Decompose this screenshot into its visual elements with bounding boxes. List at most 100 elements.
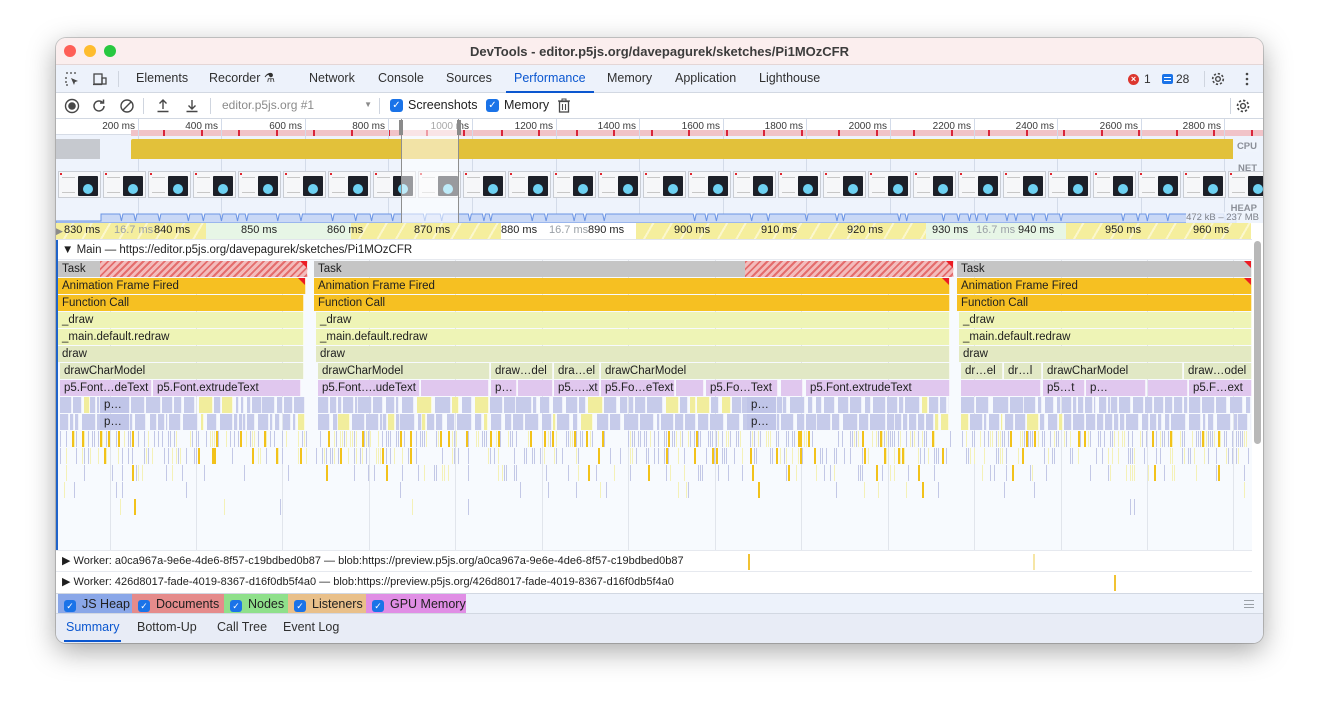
- flame-event-sliver[interactable]: [674, 431, 675, 447]
- nested-call-event[interactable]: [1105, 414, 1113, 430]
- flame-event-sliver[interactable]: [1064, 431, 1065, 447]
- draw-char-model-event[interactable]: dr…l: [1004, 363, 1042, 379]
- flame-event-sliver[interactable]: [196, 431, 197, 447]
- flame-event-sliver[interactable]: [760, 431, 761, 447]
- flame-event-sliver[interactable]: [128, 448, 129, 464]
- nested-call-event[interactable]: [533, 397, 537, 413]
- nested-call-event[interactable]: [781, 414, 794, 430]
- flame-event-sliver[interactable]: [482, 431, 483, 447]
- flame-event-sliver[interactable]: [336, 431, 337, 447]
- inspect-element-icon[interactable]: [64, 71, 80, 87]
- flame-event-sliver[interactable]: [1180, 431, 1181, 447]
- flame-event-sliver[interactable]: [230, 431, 231, 447]
- flame-event-sliver[interactable]: [836, 482, 837, 498]
- flame-event-sliver[interactable]: [452, 448, 453, 464]
- nested-call-event[interactable]: [373, 397, 383, 413]
- flame-event-sliver[interactable]: [400, 431, 402, 447]
- flame-event-sliver[interactable]: [666, 431, 667, 447]
- nested-call-event[interactable]: [620, 397, 628, 413]
- flame-event-sliver[interactable]: [1034, 431, 1036, 447]
- flame-event-sliver[interactable]: [458, 448, 459, 464]
- flame-event-sliver[interactable]: [122, 482, 123, 498]
- draw-char-model-event[interactable]: drawCharModel: [60, 363, 304, 379]
- nested-call-event[interactable]: [283, 414, 291, 430]
- nested-call-event[interactable]: [732, 397, 742, 413]
- nested-call-event[interactable]: [270, 414, 273, 430]
- flame-event-sliver[interactable]: [454, 431, 455, 447]
- flame-event-sliver[interactable]: [620, 448, 621, 464]
- nested-call-event[interactable]: [277, 397, 283, 413]
- nested-call-event[interactable]: [352, 414, 365, 430]
- flame-event-sliver[interactable]: [158, 431, 159, 447]
- flame-event-sliver[interactable]: [1054, 448, 1055, 464]
- flame-event-sliver[interactable]: [796, 465, 797, 481]
- flame-event-sliver[interactable]: [488, 448, 489, 464]
- flame-event-sliver[interactable]: [136, 465, 137, 481]
- flame-event-sliver[interactable]: [658, 448, 659, 464]
- nodes-checkbox[interactable]: ✓: [230, 600, 242, 612]
- flame-event-sliver[interactable]: [892, 431, 893, 447]
- flame-event-sliver[interactable]: [682, 431, 683, 447]
- flame-event-sliver[interactable]: [1030, 431, 1031, 447]
- worker-track[interactable]: ▶ Worker: a0ca967a-9e6e-4de6-8f57-c19bdb…: [56, 550, 1252, 571]
- flame-event-sliver[interactable]: [532, 448, 533, 464]
- flame-event-sliver[interactable]: [644, 431, 645, 447]
- flame-event-sliver[interactable]: [592, 431, 593, 447]
- draw-internal-event[interactable]: _draw: [959, 312, 1252, 328]
- flame-event-sliver[interactable]: [668, 448, 669, 464]
- flame-event-sliver[interactable]: [468, 431, 469, 447]
- flame-event-sliver[interactable]: [416, 448, 417, 464]
- nested-call-event[interactable]: [542, 414, 552, 430]
- flame-event-sliver[interactable]: [1002, 431, 1003, 447]
- nested-call-event[interactable]: [516, 397, 532, 413]
- nested-call-event[interactable]: [366, 414, 379, 430]
- nested-call-event[interactable]: [698, 414, 709, 430]
- flame-event-sliver[interactable]: [280, 499, 281, 515]
- counter-gpu-memory[interactable]: ✓ GPU Memory: [366, 594, 466, 614]
- flame-event-sliver[interactable]: [1214, 431, 1215, 447]
- flame-event-sliver[interactable]: [332, 448, 333, 464]
- flame-event-sliver[interactable]: [886, 448, 887, 464]
- flame-event-sliver[interactable]: [664, 448, 665, 464]
- nested-call-event[interactable]: [1024, 397, 1036, 413]
- counter-documents[interactable]: ✓ Documents: [132, 594, 224, 614]
- flame-event-sliver[interactable]: [784, 448, 785, 464]
- flame-event-sliver[interactable]: [576, 448, 577, 464]
- screenshot-thumbnail[interactable]: [1183, 171, 1226, 198]
- flame-event-sliver[interactable]: [1156, 431, 1157, 447]
- flame-event-sliver[interactable]: [224, 499, 225, 515]
- nested-call-event[interactable]: [680, 397, 688, 413]
- flame-event-sliver[interactable]: [1112, 431, 1113, 447]
- flame-event-sliver[interactable]: [714, 448, 715, 464]
- screenshot-thumbnail[interactable]: [58, 171, 101, 198]
- flame-event-sliver[interactable]: [806, 431, 807, 447]
- flame-event-sliver[interactable]: [1224, 431, 1225, 447]
- flame-event-sliver[interactable]: [1154, 465, 1156, 481]
- nested-call-event[interactable]: [887, 414, 895, 430]
- reload-record-icon[interactable]: [90, 97, 108, 115]
- flame-event-sliver[interactable]: [134, 499, 136, 515]
- flame-event-sliver[interactable]: [712, 431, 713, 447]
- flame-event-sliver[interactable]: [442, 465, 443, 481]
- nested-call-event[interactable]: [588, 397, 603, 413]
- flame-event-sliver[interactable]: [646, 448, 647, 464]
- nested-call-event[interactable]: [859, 414, 869, 430]
- flame-event-sliver[interactable]: [196, 448, 197, 464]
- nested-call-event[interactable]: [843, 414, 858, 430]
- flame-event-sliver[interactable]: [416, 431, 417, 447]
- flame-event-sliver[interactable]: [768, 431, 769, 447]
- extrude-text-event[interactable]: p5.Font.extrudeText: [806, 380, 950, 396]
- flame-event-sliver[interactable]: [938, 448, 939, 464]
- nested-call-event[interactable]: [1120, 414, 1125, 430]
- flame-event-sliver[interactable]: [1244, 482, 1245, 498]
- nested-call-event[interactable]: [647, 397, 663, 413]
- flame-event-sliver[interactable]: [1236, 431, 1237, 447]
- flame-event-sliver[interactable]: [638, 431, 639, 447]
- flame-event-sliver[interactable]: [922, 482, 924, 498]
- memory-label[interactable]: Memory: [504, 98, 549, 112]
- nested-call-event[interactable]: [1216, 397, 1227, 413]
- nested-call-event[interactable]: [604, 397, 617, 413]
- flame-event-sliver[interactable]: [194, 448, 195, 464]
- nested-call-event[interactable]: [918, 414, 925, 430]
- tab-recorder[interactable]: Recorder ⚗: [209, 65, 275, 93]
